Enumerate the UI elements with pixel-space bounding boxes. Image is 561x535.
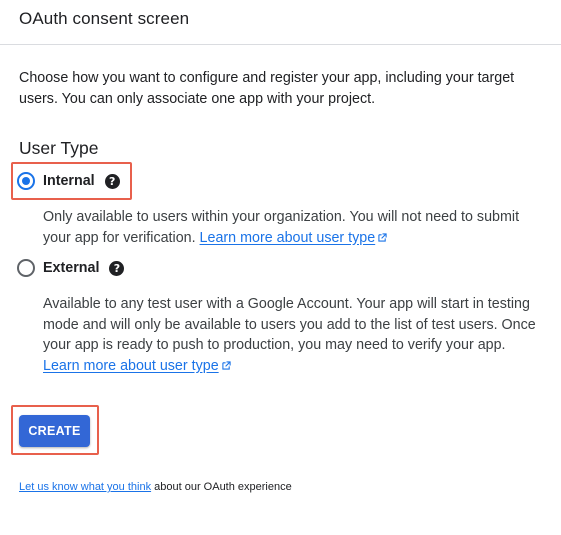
radio-external-indicator[interactable] bbox=[17, 259, 35, 277]
feedback-suffix: about our OAuth experience bbox=[151, 481, 292, 493]
radio-internal[interactable]: Internal ? bbox=[17, 168, 120, 194]
page-header: OAuth consent screen bbox=[0, 0, 561, 45]
external-link-icon bbox=[222, 360, 231, 370]
intro-text: Choose how you want to configure and reg… bbox=[19, 70, 515, 107]
create-button[interactable]: CREATE bbox=[19, 415, 90, 447]
external-link-icon bbox=[378, 232, 387, 242]
radio-external-label[interactable]: External bbox=[43, 260, 99, 276]
help-icon[interactable]: ? bbox=[104, 173, 120, 189]
user-type-heading: User Type bbox=[19, 138, 99, 158]
external-description-text: Available to any test user with a Google… bbox=[43, 296, 536, 353]
internal-description: Only available to users within your orga… bbox=[43, 207, 538, 248]
external-description: Available to any test user with a Google… bbox=[43, 294, 538, 376]
page-title: OAuth consent screen bbox=[19, 9, 190, 28]
radio-internal-label[interactable]: Internal bbox=[43, 173, 95, 189]
learn-more-user-type-link[interactable]: Learn more about user type bbox=[43, 358, 231, 374]
feedback-line: Let us know what you think about our OAu… bbox=[19, 481, 292, 493]
feedback-link[interactable]: Let us know what you think bbox=[19, 481, 151, 493]
help-icon[interactable]: ? bbox=[109, 260, 125, 276]
learn-more-user-type-link[interactable]: Learn more about user type bbox=[200, 230, 388, 246]
radio-internal-indicator[interactable] bbox=[17, 172, 35, 190]
radio-external[interactable]: External ? bbox=[17, 255, 125, 281]
